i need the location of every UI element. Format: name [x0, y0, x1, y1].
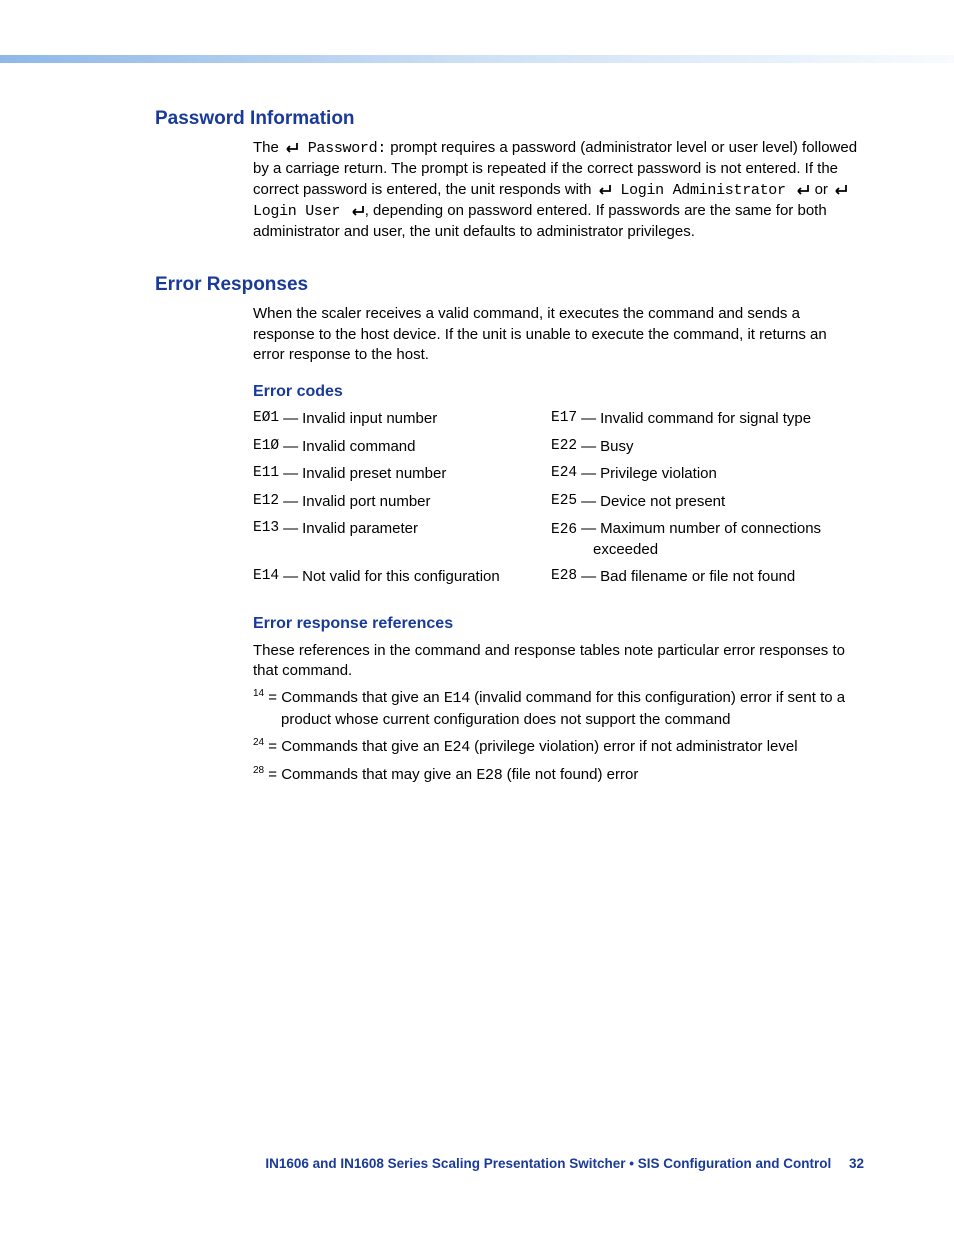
dash: — — [581, 464, 596, 484]
dash: — — [581, 492, 596, 512]
error-code-left: E12—Invalid port number — [253, 492, 541, 512]
dash: — — [283, 437, 298, 457]
error-code-desc: Bad filename or file not found — [600, 567, 795, 587]
enter-icon — [283, 142, 299, 154]
error-code-right: E24—Privilege violation — [551, 464, 860, 484]
heading-error-responses: Error Responses — [155, 274, 860, 296]
heading-error-codes: Error codes — [253, 383, 860, 401]
footer-text: IN1606 and IN1608 Series Scaling Present… — [265, 1156, 831, 1171]
footer-page-number: 32 — [849, 1156, 864, 1171]
error-code-label: E24 — [551, 464, 577, 484]
dash: — — [581, 567, 596, 587]
enter-icon — [832, 184, 848, 196]
error-ref-item: 24 = Commands that give an E24 (privileg… — [253, 736, 860, 758]
error-code-right: E17—Invalid command for signal type — [551, 409, 860, 429]
error-code-left: E14—Not valid for this configuration — [253, 567, 541, 587]
enter-icon — [349, 205, 365, 217]
error-code-label: E13 — [253, 519, 279, 559]
dash: — — [581, 409, 596, 429]
error-code-left: E1Ø—Invalid command — [253, 437, 541, 457]
password-info-paragraph: The Password: prompt requires a password… — [253, 138, 860, 242]
enter-icon — [596, 184, 612, 196]
error-code-desc: Invalid preset number — [302, 464, 446, 484]
text: or — [810, 181, 832, 198]
error-code-label: E25 — [551, 492, 577, 512]
error-code-label: E14 — [253, 567, 279, 587]
error-code-inline: E28 — [476, 767, 502, 784]
error-code-right: E28—Bad filename or file not found — [551, 567, 860, 587]
error-code-label: EØ1 — [253, 409, 279, 429]
error-code-label: E12 — [253, 492, 279, 512]
dash: — — [581, 520, 596, 537]
text: (privilege violation) error if not admin… — [470, 738, 798, 755]
error-code-desc: Privilege violation — [600, 464, 717, 484]
dash: — — [283, 567, 298, 587]
dash: — — [283, 492, 298, 512]
superscript: 14 — [253, 688, 264, 699]
text: (invalid command for this configuration)… — [470, 689, 845, 706]
page-content: Password Information The Password: promp… — [155, 108, 860, 792]
dash: — — [283, 519, 298, 559]
text: The — [253, 139, 283, 156]
text: = Commands that may give an — [264, 766, 476, 783]
error-code-desc-cont: exceeded — [551, 540, 821, 560]
error-code-right: E22—Busy — [551, 437, 860, 457]
error-codes-grid: EØ1—Invalid input numberE17—Invalid comm… — [253, 409, 860, 587]
superscript: 24 — [253, 737, 264, 748]
heading-password-information: Password Information — [155, 108, 860, 130]
dash: — — [581, 437, 596, 457]
error-code-desc: Maximum number of connections — [600, 520, 821, 537]
error-responses-intro: When the scaler receives a valid command… — [253, 304, 860, 365]
text: = Commands that give an — [264, 689, 444, 706]
code-login-user: Login User — [253, 203, 349, 220]
code-login-admin: Login Administrator — [612, 182, 795, 199]
error-code-left: EØ1—Invalid input number — [253, 409, 541, 429]
error-code-desc: Busy — [600, 437, 633, 457]
error-ref-item: 14 = Commands that give an E14 (invalid … — [253, 687, 860, 730]
error-code-desc: Invalid input number — [302, 409, 437, 429]
page-footer: IN1606 and IN1608 Series Scaling Present… — [0, 1156, 954, 1171]
dash: — — [283, 464, 298, 484]
error-code-desc: Invalid command — [302, 437, 415, 457]
error-code-desc: Invalid command for signal type — [600, 409, 811, 429]
error-code-inline: E14 — [444, 690, 470, 707]
error-refs-intro: These references in the command and resp… — [253, 641, 860, 682]
error-code-desc: Invalid parameter — [302, 519, 418, 559]
error-code-right: E25—Device not present — [551, 492, 860, 512]
text-cont: product whose current configuration does… — [253, 711, 730, 728]
superscript: 28 — [253, 765, 264, 776]
error-code-label: E26 — [551, 522, 577, 538]
enter-icon — [794, 184, 810, 196]
error-refs-list: 14 = Commands that give an E14 (invalid … — [253, 687, 860, 786]
error-code-label: E17 — [551, 409, 577, 429]
password-info-body: The Password: prompt requires a password… — [253, 138, 860, 242]
error-code-right: E26—Maximum number of connections exceede… — [551, 519, 860, 559]
error-code-label: E11 — [253, 464, 279, 484]
error-code-label: E22 — [551, 437, 577, 457]
error-code-label: E1Ø — [253, 437, 279, 457]
error-code-left: E13—Invalid parameter — [253, 519, 541, 559]
heading-error-response-references: Error response references — [253, 615, 860, 633]
error-ref-item: 28 = Commands that may give an E28 (file… — [253, 764, 860, 786]
error-code-inline: E24 — [444, 739, 470, 756]
error-responses-body: When the scaler receives a valid command… — [253, 304, 860, 786]
text: (file not found) error — [502, 766, 638, 783]
dash: — — [283, 409, 298, 429]
error-code-label: E28 — [551, 567, 577, 587]
text: = Commands that give an — [264, 738, 444, 755]
error-code-desc: Invalid port number — [302, 492, 430, 512]
error-code-desc: Device not present — [600, 492, 725, 512]
error-code-desc: Not valid for this configuration — [302, 567, 500, 587]
error-code-left: E11—Invalid preset number — [253, 464, 541, 484]
code-password-prompt: Password: — [299, 140, 386, 157]
page-top-gradient-bar — [0, 55, 954, 63]
